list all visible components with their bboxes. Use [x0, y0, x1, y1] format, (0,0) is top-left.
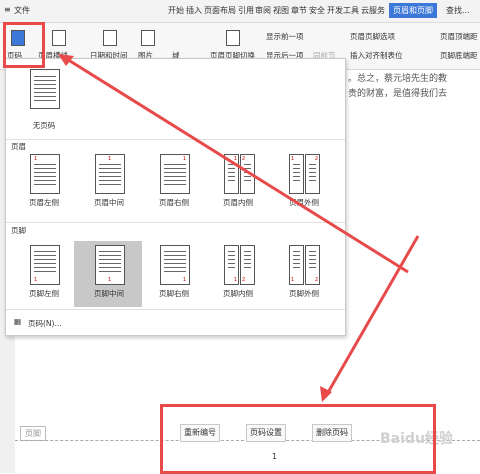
arrowhead-top: [58, 54, 74, 66]
arrow-to-page-number: [61, 54, 409, 274]
annotation-arrows: [58, 54, 420, 402]
arrow-to-footer: [324, 235, 420, 397]
